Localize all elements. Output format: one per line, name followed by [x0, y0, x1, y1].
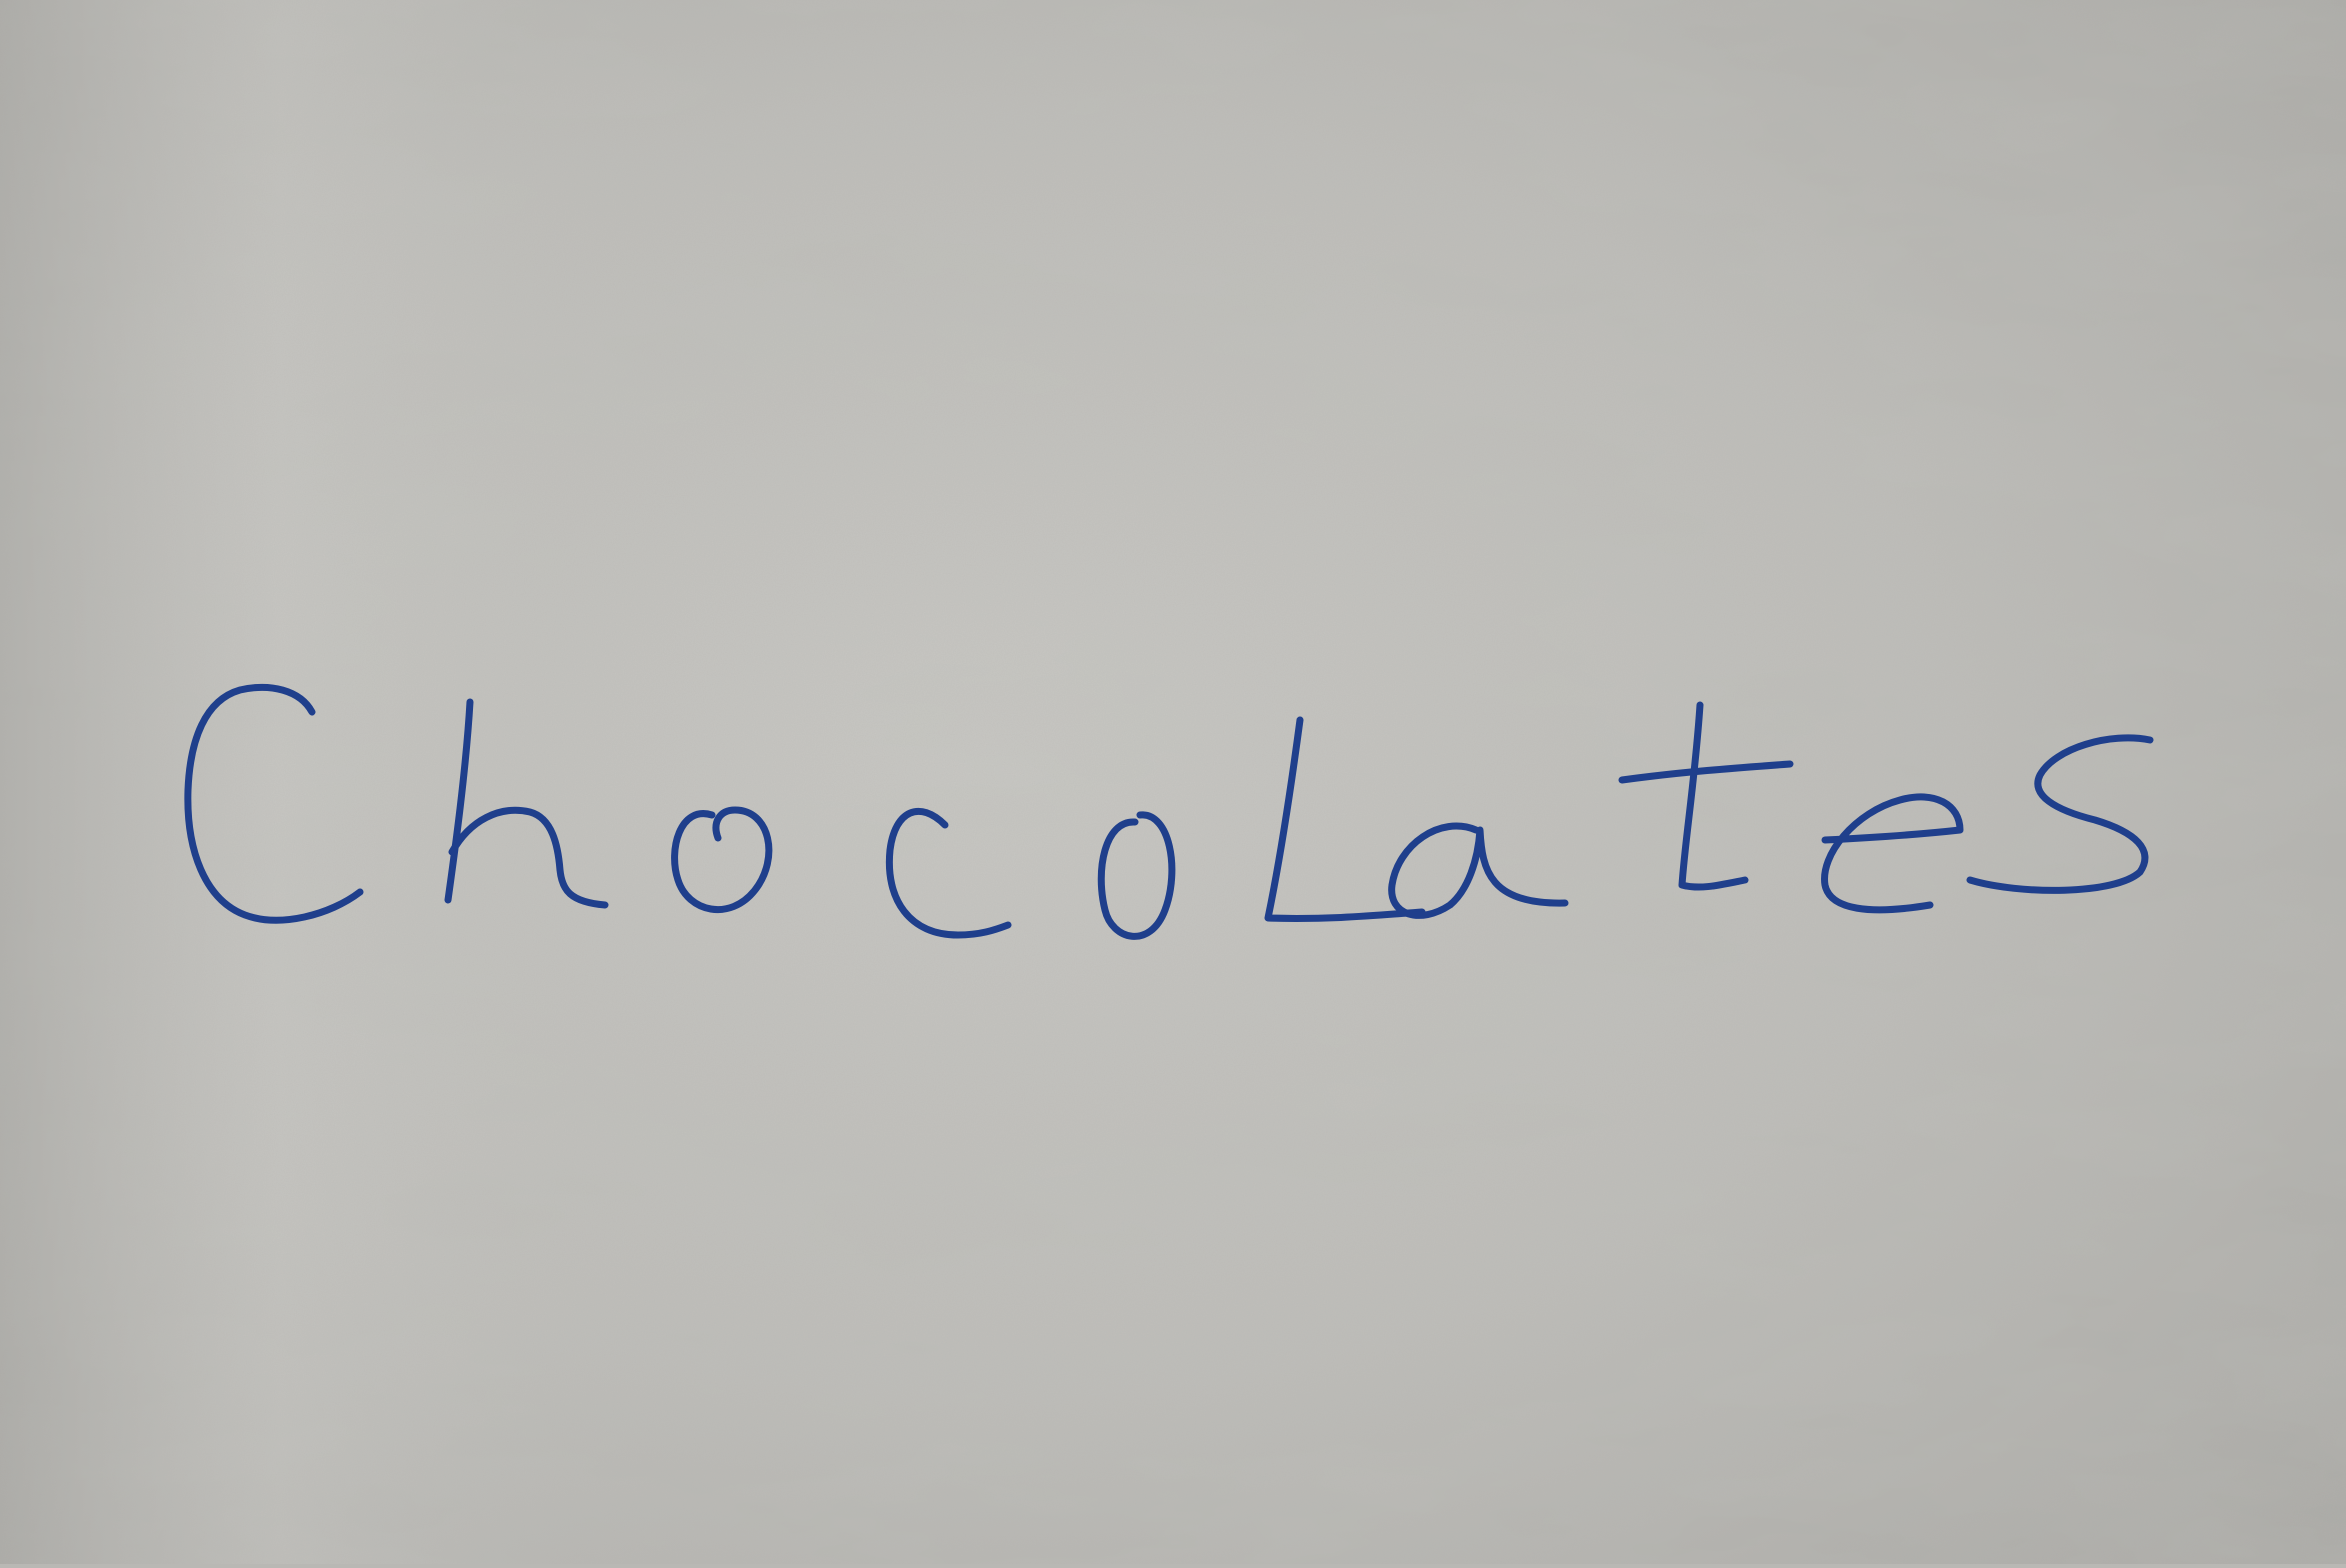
ink-stroke-group: [184, 683, 2154, 940]
letter-c-small: [885, 807, 1012, 939]
letter-o-1: [671, 806, 773, 913]
letter-e: [1821, 793, 1964, 914]
handwritten-ink-strokes: [184, 683, 2154, 940]
letter-h: [444, 698, 609, 909]
letter-l: [1264, 716, 1426, 922]
letter-a: [1388, 822, 1569, 919]
letter-c-capital: [184, 683, 364, 924]
letter-s: [1966, 734, 2154, 894]
letter-t: [1618, 701, 1794, 891]
letter-o-2: [1097, 811, 1176, 940]
handwritten-word: Chocolates: [0, 0, 2346, 1564]
